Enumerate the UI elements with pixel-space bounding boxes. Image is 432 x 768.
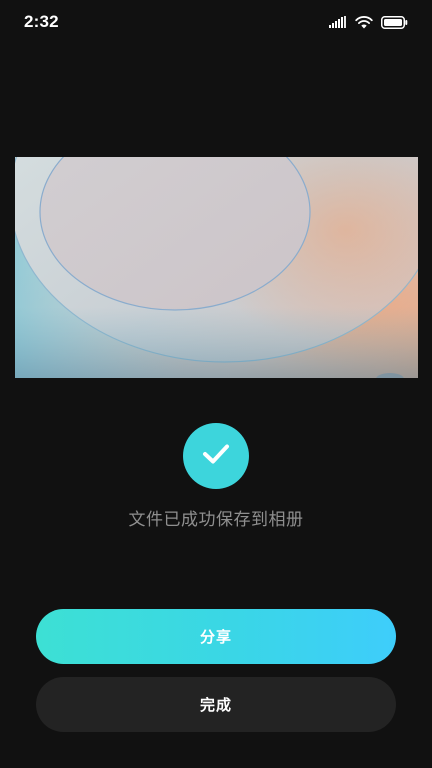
battery-icon bbox=[381, 15, 408, 29]
done-button[interactable]: 完成 bbox=[36, 677, 396, 732]
checkmark-icon bbox=[202, 443, 230, 469]
share-button[interactable]: 分享 bbox=[36, 609, 396, 664]
wifi-icon bbox=[355, 15, 373, 29]
success-check-badge bbox=[183, 423, 249, 489]
status-time: 2:32 bbox=[24, 12, 59, 31]
wallpaper-preview-image bbox=[15, 157, 418, 378]
success-message: 文件已成功保存到相册 bbox=[128, 510, 304, 530]
status-bar: 2:32 bbox=[0, 0, 432, 46]
share-button-label: 分享 bbox=[199, 628, 232, 646]
done-button-label: 完成 bbox=[199, 696, 232, 714]
status-icons bbox=[329, 14, 408, 30]
cellular-signal-icon bbox=[329, 16, 347, 28]
